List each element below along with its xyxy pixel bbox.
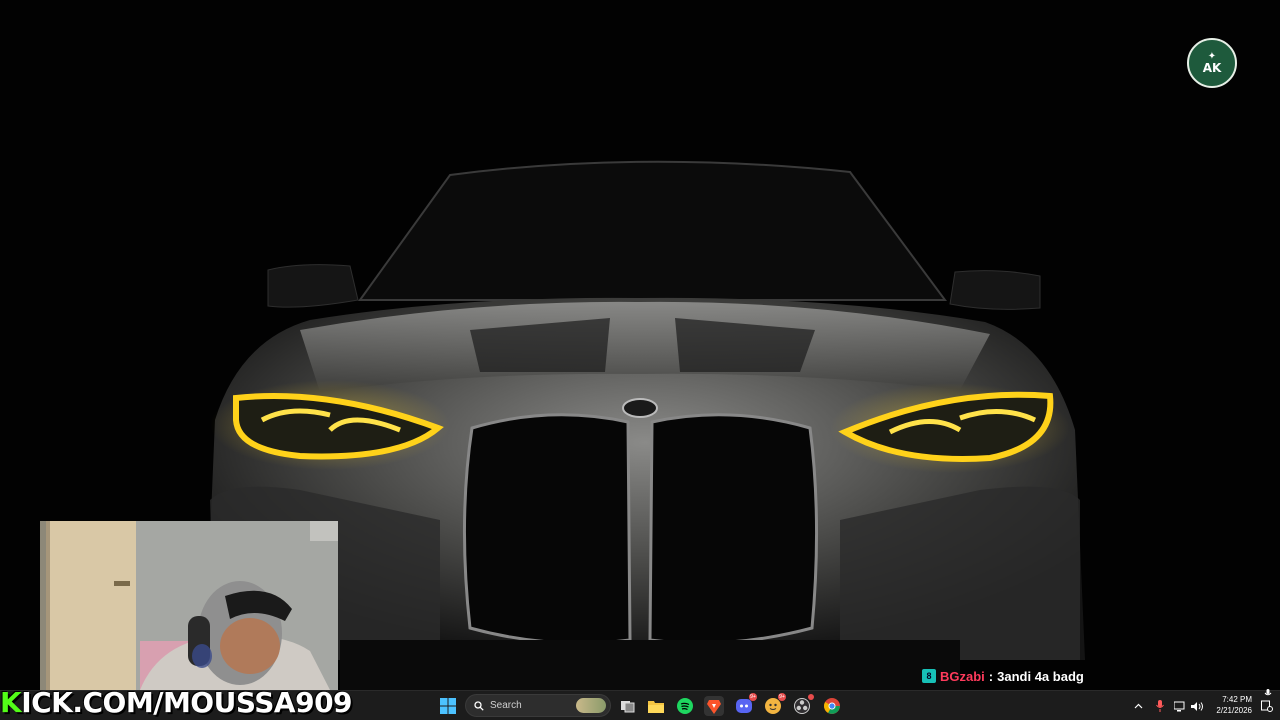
kick-url-rest: ICK.COM/MOUSSA909 — [21, 686, 353, 719]
clock-date[interactable]: 2/21/2026 — [1208, 706, 1252, 715]
discord-notification-badge: 9+ — [749, 693, 757, 701]
mic-in-use-icon — [1264, 684, 1272, 696]
notification-center-icon[interactable] — [1258, 696, 1276, 716]
microphone-icon[interactable] — [1152, 696, 1168, 716]
chat-separator: : — [988, 668, 994, 684]
spotify-icon[interactable] — [675, 696, 695, 716]
taskbar-search-box[interactable]: Search — [465, 694, 611, 717]
car-emblem — [622, 398, 658, 418]
grille-left — [462, 413, 632, 645]
task-view-icon[interactable] — [618, 696, 638, 716]
app-notification-badge: 9+ — [778, 693, 786, 701]
search-placeholder: Search — [490, 700, 522, 711]
car-windshield — [358, 160, 947, 301]
logo-text: AK — [1202, 61, 1222, 75]
car-mirror-left — [267, 264, 359, 308]
kick-k-letter: K — [0, 686, 22, 719]
windows-start-icon[interactable] — [438, 696, 458, 716]
brave-icon[interactable] — [704, 696, 724, 716]
car-mirror-right — [949, 270, 1041, 310]
chat-overlay: 8 BGzabi : 3andi 4a badg — [922, 666, 1084, 686]
obs-recording-dot — [808, 694, 814, 700]
search-highlight-image — [576, 698, 606, 713]
subscriber-badge-icon: 8 — [922, 669, 936, 683]
search-icon — [474, 700, 484, 711]
app-icon[interactable]: 9+ — [763, 693, 786, 716]
obs-icon[interactable] — [792, 694, 814, 716]
show-hidden-icons-chevron-icon[interactable] — [1130, 696, 1146, 716]
webcam-door — [48, 521, 136, 690]
chat-username: BGzabi — [940, 668, 985, 684]
webcam-feed — [40, 521, 338, 690]
channel-logo: ✦ AK — [1187, 38, 1237, 88]
kick-channel-url: KICK.COM/MOUSSA909 — [0, 686, 353, 720]
volume-icon[interactable] — [1189, 696, 1205, 716]
discord-icon[interactable]: 9+ — [734, 693, 757, 716]
chrome-icon[interactable] — [822, 696, 842, 716]
file-explorer-icon[interactable] — [646, 696, 666, 716]
grille-right — [648, 413, 819, 645]
network-icon[interactable] — [1172, 696, 1188, 716]
chat-message: 3andi 4a badg — [997, 668, 1084, 684]
clock-time[interactable]: 7:42 PM — [1208, 695, 1252, 704]
